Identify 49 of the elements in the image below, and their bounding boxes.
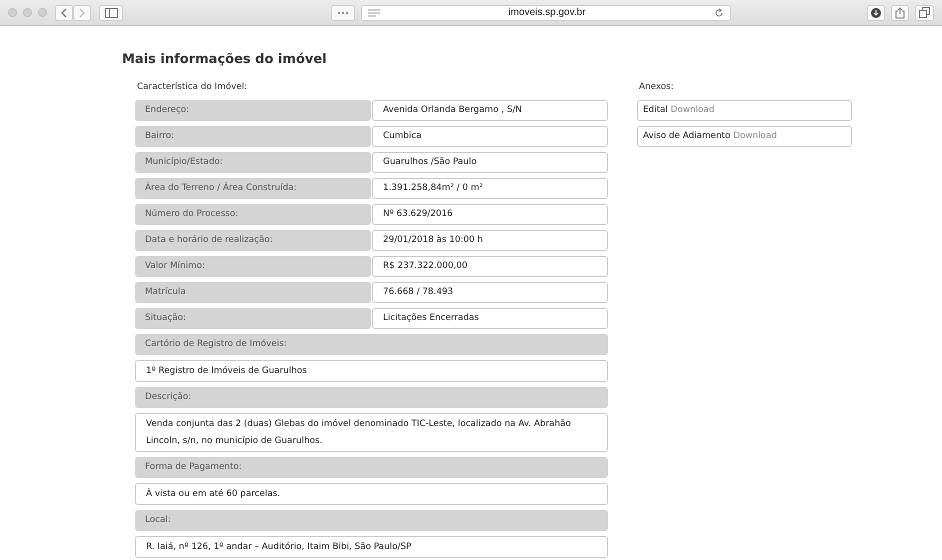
field-label: Bairro: [135,126,371,147]
field-label: Endereço: [135,100,371,121]
field-label: Cartório de Registro de Imóveis: [135,334,608,355]
reader-icon [368,8,380,16]
field-value: Nº 63.629/2016 [372,204,608,225]
download-link[interactable]: Download [670,105,714,115]
field-label: Situação: [135,308,371,329]
attachment-name: Edital [643,105,668,115]
field-label: Valor Mínimo: [135,256,371,277]
field-label: Descrição: [135,387,608,408]
field-value: 76.668 / 78.493 [372,282,608,303]
field-value: 1.391.258,84m² / 0 m² [372,178,608,199]
field-value: R$ 237.322.000,00 [372,256,608,277]
field-value: À vista ou em até 60 parcelas. [135,483,608,505]
field-label: Forma de Pagamento: [135,457,608,478]
address-bar[interactable]: imoveis.sp.gov.br [361,4,731,20]
field-label: Matrícula [135,282,371,303]
field-value: 29/01/2018 às 10:00 h [372,230,608,251]
field-label: Data e horário de realização: [135,230,371,251]
download-icon [871,8,881,18]
download-link[interactable]: Download [733,131,777,141]
back-button[interactable] [55,4,73,20]
attachment-name: Aviso de Adiamento [643,131,730,141]
field-value: Venda conjunta das 2 (duas) Glebas do imóvel denominado TIC-Leste, localizado na Av. Abrahão Lincoln, s/n, no município de Guarulhos. [135,413,608,452]
share-icon [895,6,905,18]
field-value: Cumbica [372,126,608,147]
chevron-right-icon [78,8,86,18]
attachments-label: Anexos: [638,81,675,94]
field-value: Avenida Orlanda Bergamo , S/N [372,100,608,121]
field-value: 1º Registro de Imóveis de Guarulhos [135,360,608,382]
dots-icon [337,10,349,14]
field-value: R. Iaiá, nº 126, 1º andar – Auditório, Itaim Bibi, São Paulo/SP [135,536,608,558]
top-sites-button[interactable] [331,4,355,20]
chevron-left-icon [60,8,68,18]
field-label: Município/Estado: [135,152,371,173]
tabs-button[interactable] [915,4,934,20]
section-label: Característica do Imóvel: [136,81,248,94]
page-heading: Mais informações do imóvel [122,52,328,67]
downloads-button[interactable] [867,4,885,20]
sidebar-icon [104,8,118,18]
sidebar-button[interactable] [99,4,123,20]
reload-icon[interactable] [714,8,724,18]
field-value: Guarulhos /São Paulo [372,152,608,173]
field-label: Local: [135,510,608,531]
tabs-icon [919,7,930,18]
field-value: Licitações Encerradas [372,308,608,329]
field-label: Área do Terreno / Área Construída: [135,178,371,199]
share-button[interactable] [891,4,909,20]
field-label: Número do Processo: [135,204,371,225]
